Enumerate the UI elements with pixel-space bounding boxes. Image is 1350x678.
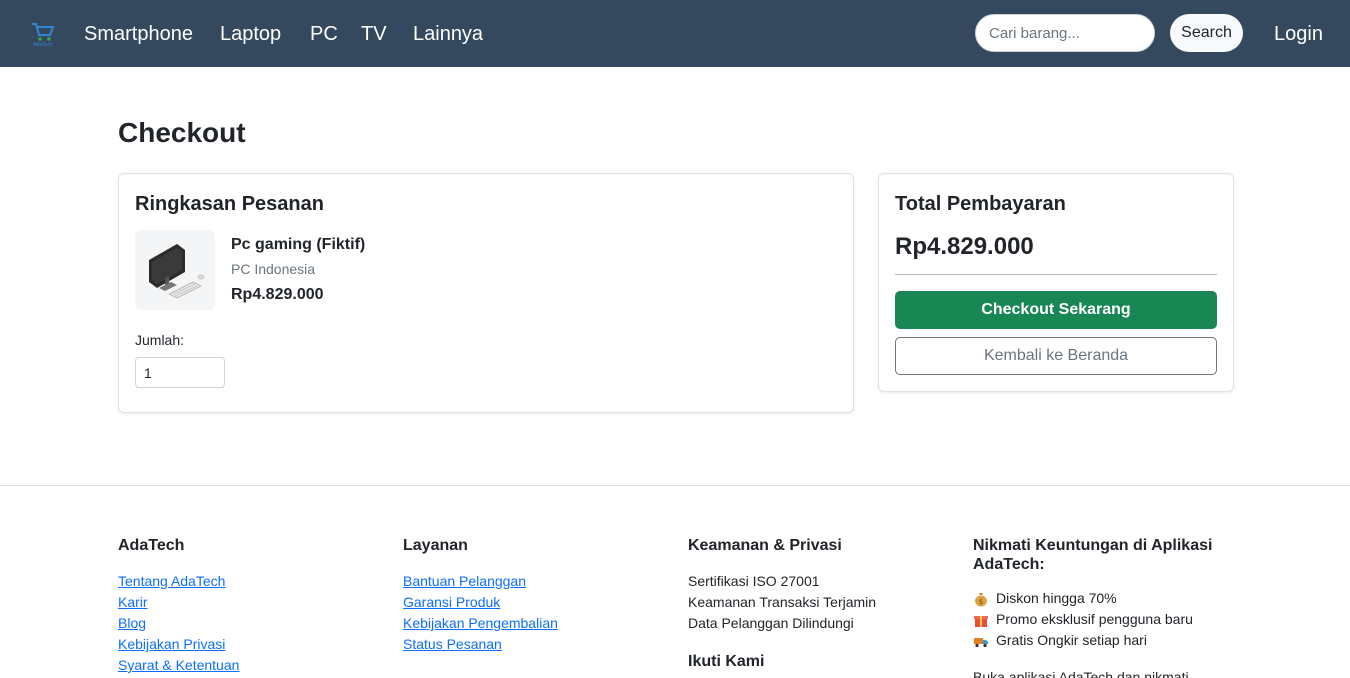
footer-follow-heading: Ikuti Kami: [688, 653, 765, 670]
payment-total-title: Total Pembayaran: [895, 193, 1066, 215]
quantity-label: Jumlah:: [135, 332, 185, 348]
footer-security-item: Keamanan Transaksi Terjamin: [688, 594, 877, 610]
perk-text: Diskon hingga 70%: [996, 590, 1117, 606]
login-link[interactable]: Login: [1274, 21, 1323, 47]
search-input[interactable]: [975, 14, 1155, 52]
footer-security-item: Data Pelanggan Dilindungi: [688, 615, 854, 631]
payment-total-card: Total Pembayaran Rp4.829.000 Checkout Se…: [878, 173, 1234, 392]
divider: [895, 274, 1217, 275]
checkout-button[interactable]: Checkout Sekarang: [895, 291, 1217, 329]
total-amount: Rp4.829.000: [895, 233, 1034, 260]
perk-item: $ Diskon hingga 70%: [973, 588, 1233, 609]
footer-link-about[interactable]: Tentang AdaTech: [118, 571, 378, 592]
footer-app-heading: Nikmati Keuntungan di Aplikasi AdaTech:: [973, 537, 1213, 573]
footer-security-column: Keamanan & Privasi Sertifikasi ISO 27001…: [688, 536, 948, 678]
footer-services-column: Layanan Bantuan Pelanggan Garansi Produk…: [403, 536, 663, 655]
footer-link-terms[interactable]: Syarat & Ketentuan: [118, 655, 378, 676]
product-name: Pc gaming (Fiktif): [231, 236, 366, 253]
order-summary-card: Ringkasan Pesanan Pc gaming (Fiktif) PC …: [118, 173, 854, 413]
svg-text:$: $: [979, 598, 983, 606]
footer-link-support[interactable]: Bantuan Pelanggan: [403, 571, 663, 592]
nav-laptop[interactable]: Laptop: [220, 21, 281, 47]
footer-security-heading: Keamanan & Privasi: [688, 537, 842, 554]
quantity-input[interactable]: [135, 357, 225, 388]
footer-about-column: AdaTech Tentang AdaTech Karir Blog Kebij…: [118, 536, 378, 676]
page-title: Checkout: [118, 117, 246, 148]
footer-app-column: Nikmati Keuntungan di Aplikasi AdaTech: …: [973, 536, 1233, 678]
footer-link-returns[interactable]: Kebijakan Pengembalian: [403, 613, 663, 634]
perk-text: Promo eksklusif pengguna baru: [996, 611, 1193, 627]
product-brand: PC Indonesia: [231, 261, 316, 277]
money-bag-icon: $: [973, 591, 989, 607]
footer-divider: [0, 485, 1350, 486]
footer-services-heading: Layanan: [403, 537, 468, 554]
navbar: AdaTech Smartphone Laptop PC TV Lainnya …: [0, 0, 1350, 67]
footer-about-heading: AdaTech: [118, 537, 185, 554]
footer-link-privacy[interactable]: Kebijakan Privasi: [118, 634, 378, 655]
order-summary-title: Ringkasan Pesanan: [135, 193, 324, 215]
footer-security-item: Sertifikasi ISO 27001: [688, 573, 820, 589]
nav-smartphone[interactable]: Smartphone: [84, 21, 193, 47]
adatech-logo[interactable]: AdaTech: [28, 18, 58, 48]
perk-text: Gratis Ongkir setiap hari: [996, 632, 1147, 648]
product-image: [135, 230, 215, 310]
gift-icon: [973, 612, 989, 628]
product-price: Rp4.829.000: [231, 286, 324, 303]
footer-link-warranty[interactable]: Garansi Produk: [403, 592, 663, 613]
footer-app-cta: Buka aplikasi AdaTech dan nikmati: [973, 669, 1189, 678]
search-button[interactable]: Search: [1170, 14, 1243, 52]
nav-pc[interactable]: PC: [310, 21, 338, 47]
footer-link-careers[interactable]: Karir: [118, 592, 378, 613]
back-to-home-button[interactable]: Kembali ke Beranda: [895, 337, 1217, 375]
perk-item: Gratis Ongkir setiap hari: [973, 630, 1233, 651]
truck-icon: [973, 633, 989, 649]
nav-tv[interactable]: TV: [361, 21, 387, 47]
perk-item: Promo eksklusif pengguna baru: [973, 609, 1233, 630]
nav-lainnya[interactable]: Lainnya: [413, 21, 483, 47]
svg-text:AdaTech: AdaTech: [33, 42, 53, 48]
footer-link-order-status[interactable]: Status Pesanan: [403, 634, 663, 655]
footer-link-blog[interactable]: Blog: [118, 613, 378, 634]
